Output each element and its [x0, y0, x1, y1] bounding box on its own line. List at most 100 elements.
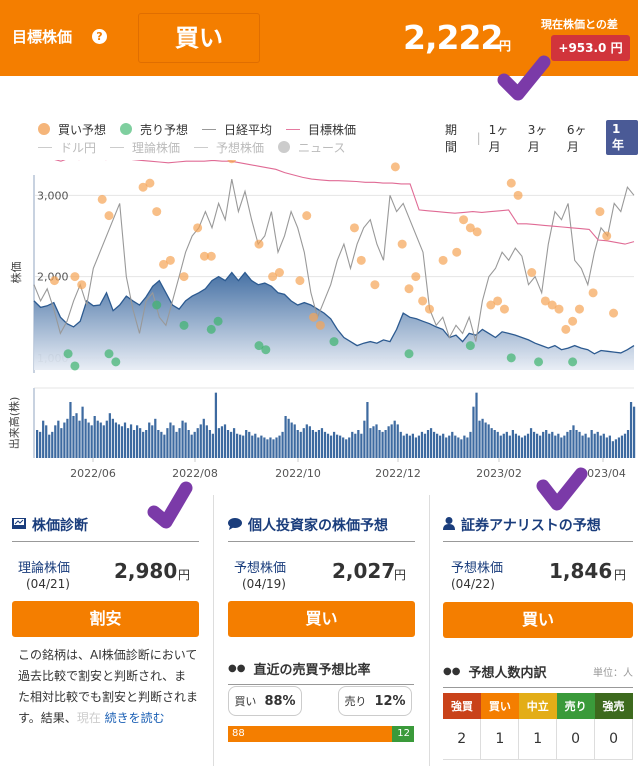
individual-buy-button[interactable]: 買い	[228, 601, 415, 637]
legend-item[interactable]: 予想株価	[194, 139, 264, 156]
analyst-breakdown-table: 強買 買い 中立 売り 強売 21100	[443, 693, 633, 760]
check-annotation-icon	[536, 467, 588, 511]
question-circle-icon[interactable]: ?	[92, 29, 107, 44]
buy-forecast-point	[254, 239, 264, 249]
volume-bar	[457, 437, 460, 458]
volume-bar	[390, 424, 393, 458]
volume-bar	[439, 435, 442, 458]
volume-bar	[602, 433, 605, 458]
volume-bar	[136, 425, 139, 458]
buy-forecast-point	[527, 268, 537, 277]
x-tick-label: 2022/10	[275, 467, 321, 480]
period-selector: 期間 | 1ヶ月 3ヶ月 6ヶ月 1年	[445, 120, 638, 155]
volume-bar	[539, 435, 542, 458]
volume-bar	[584, 433, 587, 458]
buy-forecast-point	[493, 296, 503, 306]
period-1y[interactable]: 1年	[605, 120, 638, 155]
legend-item[interactable]: 目標株価	[286, 121, 356, 138]
legend-item[interactable]: 日経平均	[202, 121, 272, 138]
buy-forecast-point	[397, 239, 407, 249]
legend-label: 予想株価	[216, 140, 265, 155]
price-area	[34, 272, 634, 370]
analyst-buy-button[interactable]: 買い	[443, 602, 633, 638]
volume-bar	[351, 431, 354, 458]
theoretical-price-label: 理論株価	[18, 561, 71, 576]
volume-bar	[514, 433, 518, 458]
volume-bar	[499, 435, 502, 458]
buy-forecast-point	[49, 276, 59, 286]
volume-bar	[54, 425, 57, 458]
volume-bar	[472, 406, 475, 458]
volume-bar	[563, 435, 566, 458]
buy-forecast-point	[424, 304, 434, 314]
volume-bar	[239, 434, 242, 458]
sell-forecast-point	[404, 349, 414, 359]
volume-bar	[448, 435, 451, 458]
description-faded: 現在	[76, 711, 101, 725]
volume-bar	[608, 435, 611, 458]
sell-ratio-label: 売り	[344, 695, 367, 708]
volume-bar	[629, 402, 633, 458]
volume-bar	[572, 425, 575, 458]
person-icon	[443, 517, 455, 533]
volume-bar	[548, 433, 551, 458]
period-6m[interactable]: 6ヶ月	[567, 121, 598, 155]
volume-bar	[323, 431, 327, 458]
volume-bar	[593, 433, 596, 458]
sell-forecast-point	[261, 345, 271, 355]
volume-bar	[175, 431, 178, 458]
volume-bar	[396, 424, 399, 458]
breakdown-header: 強売	[594, 693, 633, 719]
volume-bar	[205, 425, 208, 458]
volume-bar	[463, 435, 466, 458]
volume-bar	[42, 420, 45, 458]
volume-bar	[169, 422, 172, 458]
volume-bar	[529, 428, 533, 458]
ratio-bar-buy: 88	[228, 726, 392, 742]
legend-label: 売り予想	[140, 122, 189, 137]
forecast-price-unit: 円	[394, 568, 407, 582]
volume-bar	[126, 428, 130, 458]
volume-bar	[157, 430, 160, 458]
volume-bar	[342, 437, 345, 458]
volume-bar	[520, 437, 524, 458]
volume-bar	[442, 433, 445, 458]
legend-item[interactable]: ニュース	[278, 139, 345, 156]
volume-bar	[163, 434, 166, 458]
volume-bar	[481, 418, 484, 458]
volume-bar	[408, 435, 411, 458]
volume-bar	[469, 431, 472, 458]
volume-bar	[266, 439, 269, 458]
volume-bar	[48, 434, 51, 458]
volume-bar	[36, 430, 39, 458]
volume-bar	[236, 433, 239, 458]
read-more-link[interactable]: 続きを読む	[105, 711, 165, 725]
volume-bar	[348, 437, 351, 458]
volume-bar	[75, 413, 78, 458]
period-1m[interactable]: 1ヶ月	[489, 121, 520, 155]
volume-bar	[357, 430, 360, 458]
diagnosis-title: 株価診断	[32, 518, 88, 534]
buy-forecast-point	[472, 227, 482, 237]
volume-bar	[590, 430, 593, 458]
sell-forecast-point	[152, 300, 162, 310]
buy-forecast-point	[568, 316, 578, 326]
sell-forecast-point	[179, 320, 189, 330]
volume-bar	[223, 424, 227, 458]
legend-item[interactable]: 買い予想	[38, 121, 106, 138]
volume-bar	[454, 435, 457, 458]
legend-item[interactable]: 売り予想	[120, 121, 188, 138]
legend-item[interactable]: ドル円	[38, 139, 96, 156]
period-3m[interactable]: 3ヶ月	[528, 121, 559, 155]
legend-item[interactable]: 理論株価	[110, 139, 180, 156]
theoretical-price-date: (04/21)	[26, 577, 70, 591]
volume-bar	[60, 428, 63, 458]
buy-ratio-value: 88%	[264, 693, 296, 709]
volume-bar	[375, 424, 378, 458]
undervalued-button[interactable]: 割安	[12, 601, 199, 637]
breakdown-count: 0	[594, 719, 633, 760]
sell-forecast-point	[111, 357, 121, 367]
volume-bar	[184, 422, 187, 458]
legend-label: 日経平均	[224, 122, 273, 137]
volume-bar	[217, 428, 221, 458]
